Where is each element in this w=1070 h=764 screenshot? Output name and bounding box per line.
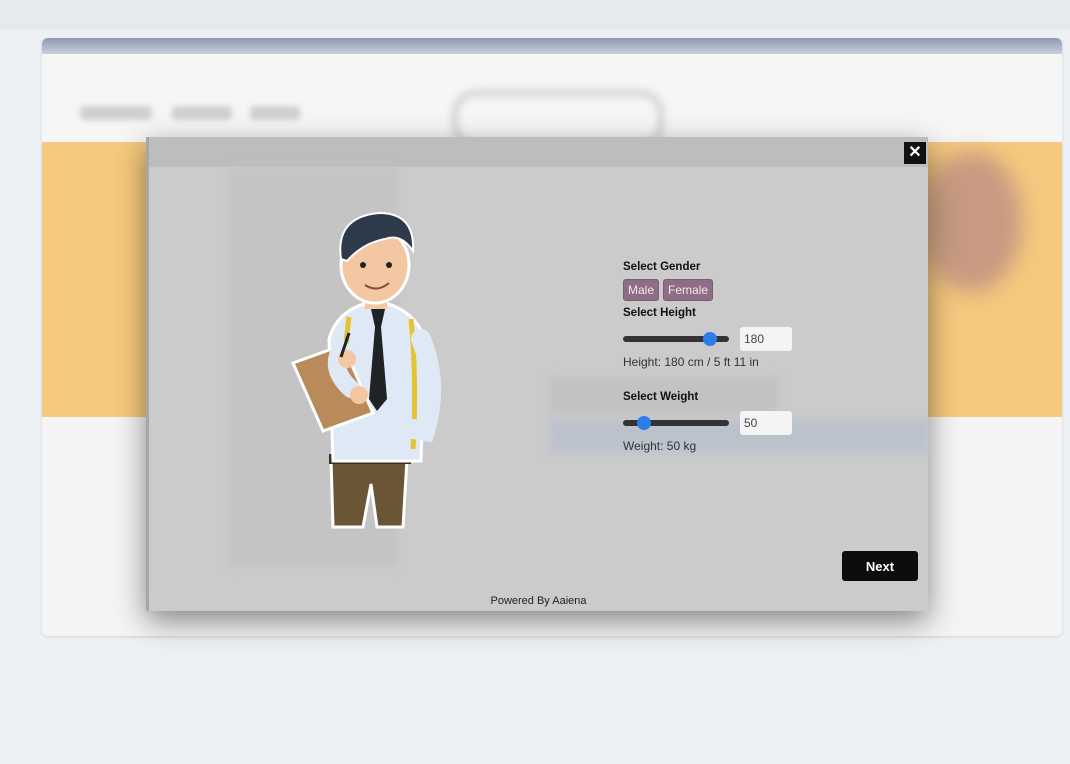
- weight-slider-row: [623, 411, 843, 435]
- height-readout: Height: 180 cm / 5 ft 11 in: [623, 355, 759, 369]
- height-input[interactable]: [740, 327, 792, 351]
- height-slider-row: [623, 327, 843, 351]
- gender-male-button[interactable]: Male: [623, 279, 660, 301]
- site-navigation-blurred: [42, 54, 1062, 148]
- height-slider-thumb[interactable]: [702, 332, 717, 346]
- next-button[interactable]: Next: [842, 551, 918, 581]
- outer-page-header: [0, 0, 1070, 30]
- gender-female-button[interactable]: Female: [663, 279, 714, 301]
- weight-readout: Weight: 50 kg: [623, 439, 697, 453]
- browser-topbar: [42, 38, 1062, 54]
- close-button[interactable]: ✕: [904, 142, 926, 164]
- measurement-form: Select Gender Male Female Select Height …: [623, 261, 843, 453]
- modal-header-bar: [149, 137, 928, 167]
- powered-by-text: Powered By Aaiena: [490, 595, 587, 607]
- select-weight-label: Select Weight: [623, 391, 699, 403]
- size-finder-modal: ✕ Select Gender Male Female Select Heigh…: [146, 137, 929, 611]
- nav-link-blurred: [172, 106, 232, 120]
- weight-input[interactable]: [740, 411, 792, 435]
- select-height-label: Select Height: [623, 307, 696, 319]
- close-icon[interactable]: ✕: [908, 144, 921, 161]
- nav-link-blurred: [80, 106, 152, 120]
- nav-link-blurred: [250, 106, 300, 120]
- select-gender-label: Select Gender: [623, 261, 701, 273]
- weight-slider-thumb[interactable]: [637, 416, 652, 430]
- tailor-man-illustration: [290, 211, 442, 529]
- gender-options: Male Female: [623, 279, 843, 301]
- weight-slider[interactable]: [623, 416, 729, 430]
- height-slider[interactable]: [623, 332, 729, 346]
- hero-model-blurred: [922, 152, 1022, 292]
